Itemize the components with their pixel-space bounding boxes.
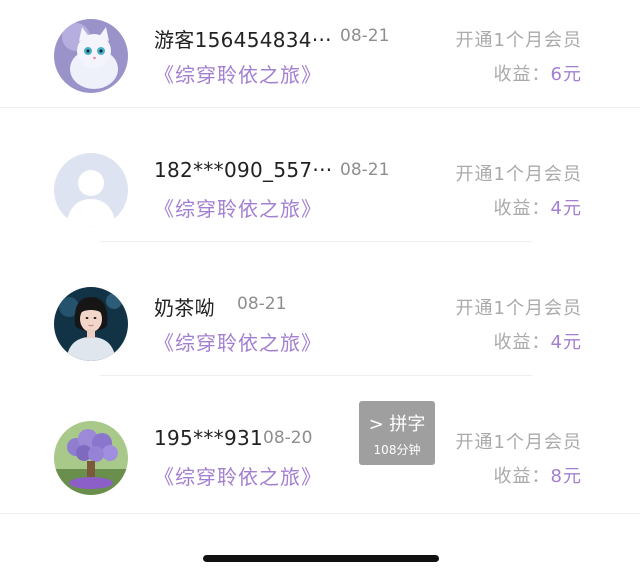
white-cat-avatar[interactable]	[54, 19, 128, 93]
user-name: 195***931	[154, 426, 264, 450]
divider	[100, 375, 532, 376]
pinyin-label: 拼字	[389, 414, 426, 435]
membership-action: 开通1个月会员	[455, 30, 582, 51]
divider	[0, 107, 640, 108]
default-user-avatar[interactable]	[54, 153, 128, 227]
book-title[interactable]: 《综穿聆依之旅》	[154, 461, 322, 490]
pinyin-duration: 108分钟	[373, 443, 421, 457]
income: 收益：8元	[494, 462, 582, 488]
divider	[0, 513, 640, 514]
list-item[interactable]: 游客156454834··· 08-21 《综穿聆依之旅》 开通1个月会员 收益…	[0, 0, 640, 134]
purple-flowers-avatar[interactable]	[54, 421, 128, 495]
chevron-right-icon: >	[368, 414, 384, 435]
membership-action: 开通1个月会员	[455, 298, 582, 319]
user-name: 游客156454834···	[154, 28, 332, 52]
list-item[interactable]: 195***931 08-20 《综穿聆依之旅》 开通1个月会员 收益：8元	[0, 402, 640, 536]
order-date: 08-21	[340, 26, 390, 46]
income-label: 收益：	[493, 332, 551, 353]
book-title[interactable]: 《综穿聆依之旅》	[154, 327, 322, 356]
book-title[interactable]: 《综穿聆依之旅》	[154, 59, 322, 88]
pinyin-label-wrap: > 拼字	[359, 410, 435, 436]
income-label: 收益：	[493, 466, 551, 487]
girl-portrait-avatar[interactable]	[54, 287, 128, 361]
income-label: 收益：	[493, 198, 551, 219]
list-item[interactable]: 182***090_557··· 08-21 《综穿聆依之旅》 开通1个月会员 …	[0, 134, 640, 268]
user-name: 182***090_557···	[154, 158, 333, 182]
order-date: 08-21	[237, 294, 287, 314]
income-label: 收益：	[493, 64, 551, 85]
income-value: 8元	[550, 466, 582, 487]
membership-action: 开通1个月会员	[455, 164, 582, 185]
pinyin-floating-button[interactable]: > 拼字 108分钟	[359, 401, 435, 465]
list-item[interactable]: 奶茶呦 08-21 《综穿聆依之旅》 开通1个月会员 收益：4元	[0, 268, 640, 402]
income: 收益：6元	[494, 60, 582, 86]
user-name: 奶茶呦	[154, 296, 215, 320]
income: 收益：4元	[494, 194, 582, 220]
book-title[interactable]: 《综穿聆依之旅》	[154, 193, 322, 222]
order-date: 08-20	[263, 428, 313, 448]
divider	[100, 241, 532, 242]
income-value: 4元	[550, 332, 582, 353]
membership-action: 开通1个月会员	[455, 432, 582, 453]
home-indicator[interactable]	[203, 555, 439, 562]
income: 收益：4元	[494, 328, 582, 354]
income-value: 6元	[550, 64, 582, 85]
income-value: 4元	[550, 198, 582, 219]
order-date: 08-21	[340, 160, 390, 180]
